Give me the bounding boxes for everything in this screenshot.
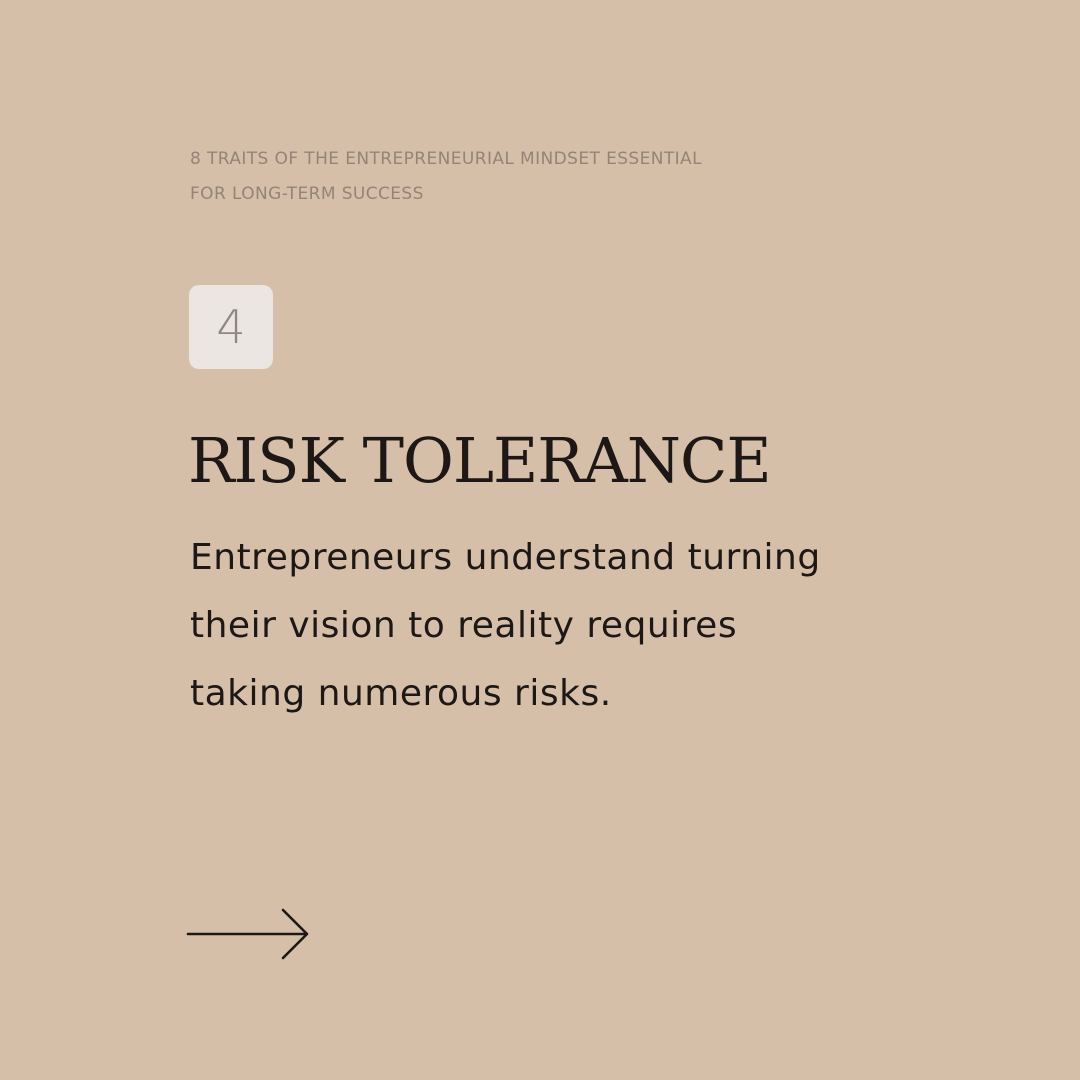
series-title-line-1: 8 TRAITS OF THE ENTREPRENEURIAL MINDSET … [190,149,702,169]
trait-number: 4 [216,300,246,354]
trait-description: Entrepreneurs understand turning their v… [190,524,890,728]
trait-number-badge: 4 [189,285,273,369]
series-title-line-2: FOR LONG-TERM SUCCESS [190,184,424,204]
trait-description-line-3: taking numerous risks. [190,673,612,714]
arrow-right-icon[interactable] [186,906,312,962]
trait-description-line-1: Entrepreneurs understand turning [190,537,821,578]
series-title: 8 TRAITS OF THE ENTREPRENEURIAL MINDSET … [190,142,810,212]
trait-description-line-2: their vision to reality requires [190,605,738,646]
trait-heading: RISK TOLERANCE [188,424,772,497]
